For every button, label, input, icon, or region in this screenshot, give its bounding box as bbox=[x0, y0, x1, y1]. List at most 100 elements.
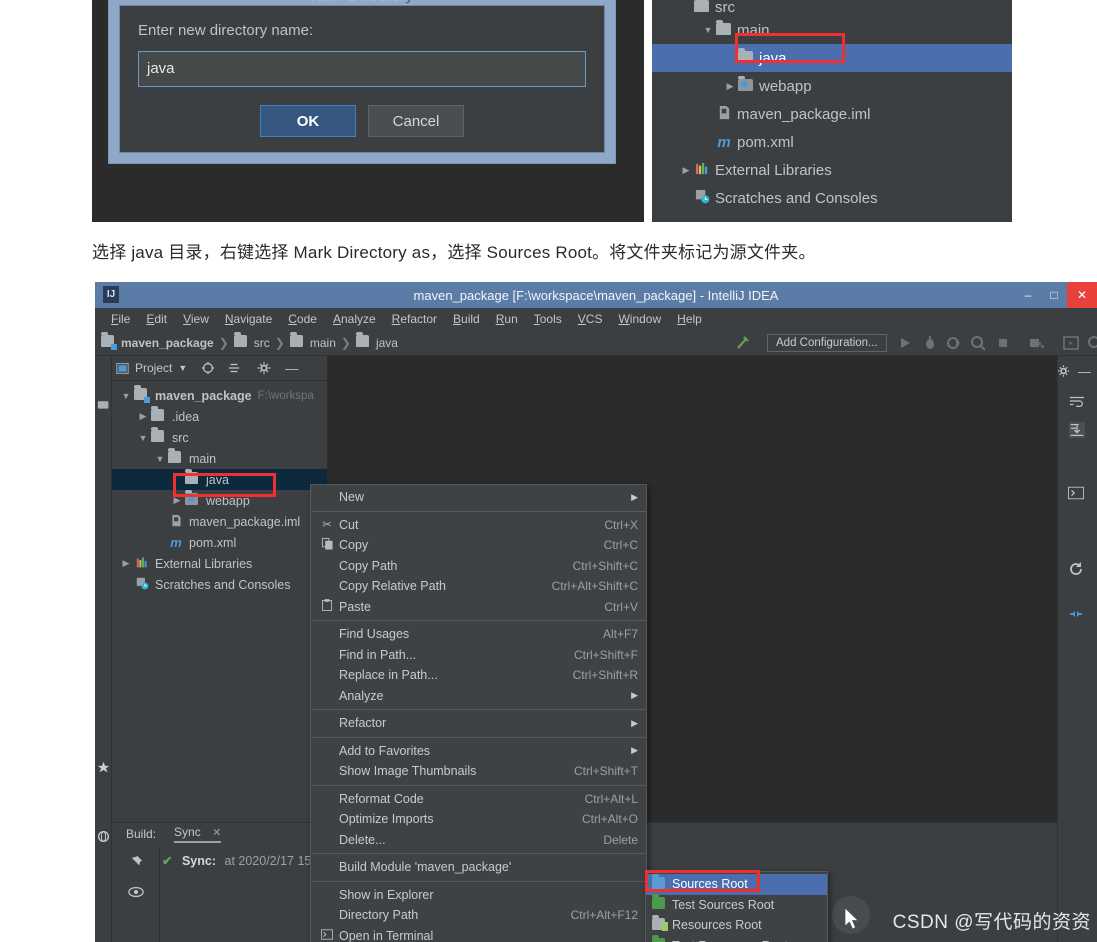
menu-item-test-resources-root[interactable]: Test Resources Root bbox=[646, 935, 827, 942]
hide-panel-icon[interactable]: — bbox=[1078, 364, 1091, 379]
chevron-right-icon[interactable]: ▶ bbox=[722, 81, 738, 92]
tree-node-main[interactable]: ▼ main bbox=[652, 16, 1012, 44]
menu-item-file[interactable]: File bbox=[103, 312, 138, 326]
breadcrumb-item-java[interactable]: java bbox=[376, 336, 398, 350]
run-icon[interactable] bbox=[897, 335, 913, 351]
menu-item-find-in-path[interactable]: Find in Path... Ctrl+Shift+F bbox=[311, 645, 646, 666]
pin-icon[interactable] bbox=[128, 855, 143, 870]
close-button[interactable]: ✕ bbox=[1067, 282, 1097, 308]
menu-item-sources-root[interactable]: Sources Root bbox=[646, 873, 827, 895]
project-node-main[interactable]: ▼ main bbox=[112, 448, 327, 469]
project-node-external-libraries[interactable]: ▶ External Libraries bbox=[112, 553, 327, 574]
menu-item-cut[interactable]: ✂ Cut Ctrl+X bbox=[311, 515, 646, 536]
menu-item-tools[interactable]: Tools bbox=[526, 312, 570, 326]
chevron-down-icon[interactable]: ▼ bbox=[152, 454, 168, 464]
cancel-button[interactable]: Cancel bbox=[368, 105, 464, 137]
run-coverage-icon[interactable] bbox=[946, 335, 962, 351]
breadcrumb-item-main[interactable]: main bbox=[310, 336, 336, 350]
project-node-java[interactable]: java bbox=[112, 469, 327, 490]
terminal-window-icon[interactable] bbox=[1063, 335, 1079, 351]
gear-icon[interactable] bbox=[257, 361, 271, 375]
menu-item-view[interactable]: View bbox=[175, 312, 217, 326]
stop-icon[interactable] bbox=[995, 335, 1011, 351]
menu-item-help[interactable]: Help bbox=[669, 312, 710, 326]
chevron-right-icon[interactable]: ▶ bbox=[135, 411, 151, 422]
gear-icon[interactable] bbox=[1057, 364, 1070, 378]
menu-item-run[interactable]: Run bbox=[488, 312, 526, 326]
menu-item-copy-path[interactable]: Copy Path Ctrl+Shift+C bbox=[311, 556, 646, 577]
menu-item-directory-path[interactable]: Directory Path Ctrl+Alt+F12 bbox=[311, 905, 646, 926]
collapse-all-icon[interactable] bbox=[227, 361, 241, 375]
menu-item-code[interactable]: Code bbox=[280, 312, 325, 326]
ok-button[interactable]: OK bbox=[260, 105, 356, 137]
project-node-maven-package[interactable]: ▼ maven_package F:\workspa bbox=[112, 385, 327, 406]
menu-item-add-to-favorites[interactable]: Add to Favorites ▶ bbox=[311, 741, 646, 762]
breadcrumb-item-maven-package[interactable]: maven_package bbox=[121, 336, 214, 350]
project-node--idea[interactable]: ▶ .idea bbox=[112, 406, 327, 427]
menu-item-test-sources-root[interactable]: Test Sources Root bbox=[646, 894, 827, 916]
menu-item-reformat-code[interactable]: Reformat Code Ctrl+Alt+L bbox=[311, 789, 646, 810]
menu-item-delete[interactable]: Delete... Delete bbox=[311, 830, 646, 851]
close-icon[interactable]: ✕ bbox=[212, 827, 221, 839]
menu-item-vcs[interactable]: VCS bbox=[570, 312, 611, 326]
context-menu[interactable]: New ▶ ✂ Cut Ctrl+X Copy Ctrl+C Copy Path Ctrl+Sh… bbox=[310, 484, 647, 942]
refresh-icon[interactable] bbox=[1068, 561, 1084, 577]
menu-item-analyze[interactable]: Analyze ▶ bbox=[311, 686, 646, 707]
menu-item-optimize-imports[interactable]: Optimize Imports Ctrl+Alt+O bbox=[311, 809, 646, 830]
wrap-text-icon[interactable] bbox=[1069, 394, 1085, 408]
menu-item-refactor[interactable]: Refactor bbox=[384, 312, 445, 326]
menu-item-copy[interactable]: Copy Ctrl+C bbox=[311, 535, 646, 556]
project-node-pom-xml[interactable]: m pom.xml bbox=[112, 532, 327, 553]
chevron-right-icon[interactable]: ▶ bbox=[678, 165, 694, 176]
menu-item-analyze[interactable]: Analyze bbox=[325, 312, 384, 326]
debug-icon[interactable] bbox=[922, 335, 938, 351]
menu-item-refactor[interactable]: Refactor ▶ bbox=[311, 713, 646, 734]
maximize-button[interactable]: □ bbox=[1041, 282, 1067, 308]
terminal-icon[interactable] bbox=[1068, 486, 1084, 500]
chevron-down-icon[interactable]: ▼ bbox=[135, 433, 151, 443]
minimize-button[interactable]: – bbox=[1015, 282, 1041, 308]
project-panel-title[interactable]: Project bbox=[135, 361, 172, 375]
chevron-down-icon[interactable]: ▼ bbox=[700, 25, 716, 35]
menu-item-window[interactable]: Window bbox=[610, 312, 669, 326]
project-node-scratches-and-consoles[interactable]: Scratches and Consoles bbox=[112, 574, 327, 595]
directory-name-input[interactable]: java bbox=[138, 51, 586, 87]
tree-node-pom-xml[interactable]: m pom.xml bbox=[652, 128, 1012, 156]
menu-item-resources-root[interactable]: Resources Root bbox=[646, 914, 827, 936]
chevron-right-icon[interactable]: ▶ bbox=[118, 558, 134, 569]
menu-item-find-usages[interactable]: Find Usages Alt+F7 bbox=[311, 624, 646, 645]
profile-icon[interactable] bbox=[970, 335, 986, 351]
tree-node-scratches-and-consoles[interactable]: Scratches and Consoles bbox=[652, 184, 1012, 212]
breadcrumb-item-src[interactable]: src bbox=[254, 336, 270, 350]
menu-item-copy-relative-path[interactable]: Copy Relative Path Ctrl+Alt+Shift+C bbox=[311, 576, 646, 597]
menu-item-show-image-thumbnails[interactable]: Show Image Thumbnails Ctrl+Shift+T bbox=[311, 761, 646, 782]
menu-item-show-in-explorer[interactable]: Show in Explorer bbox=[311, 885, 646, 906]
tree-node-java[interactable]: java bbox=[652, 44, 1012, 72]
scroll-to-end-icon[interactable] bbox=[1069, 422, 1085, 438]
menu-item-build-module-maven-package[interactable]: Build Module 'maven_package' bbox=[311, 857, 646, 878]
menu-item-open-in-terminal[interactable]: Open in Terminal bbox=[311, 926, 646, 942]
menu-item-build[interactable]: Build bbox=[445, 312, 488, 326]
add-configuration-button[interactable]: Add Configuration... bbox=[767, 334, 887, 352]
menu-item-paste[interactable]: Paste Ctrl+V bbox=[311, 597, 646, 618]
chevron-right-icon[interactable]: ▶ bbox=[169, 495, 185, 506]
mark-directory-as-submenu[interactable]: Sources Root Test Sources Root Resources R… bbox=[645, 871, 828, 942]
locate-target-icon[interactable] bbox=[201, 361, 215, 375]
project-node-maven-package-iml[interactable]: maven_package.iml bbox=[112, 511, 327, 532]
tree-node-src[interactable]: src bbox=[652, 0, 1012, 16]
tree-node-external-libraries[interactable]: ▶ External Libraries bbox=[652, 156, 1012, 184]
compare-icon[interactable] bbox=[1068, 606, 1084, 622]
menu-item-edit[interactable]: Edit bbox=[138, 312, 175, 326]
project-structure-icon[interactable] bbox=[1029, 335, 1045, 351]
tab-sync[interactable]: Sync ✕ bbox=[174, 825, 222, 843]
hide-panel-icon[interactable]: — bbox=[285, 361, 298, 376]
search-everywhere-icon[interactable] bbox=[1087, 335, 1097, 351]
tree-node-webapp[interactable]: ▶ webapp bbox=[652, 72, 1012, 100]
chevron-down-icon[interactable]: ▼ bbox=[118, 391, 134, 401]
eye-icon[interactable] bbox=[128, 885, 144, 899]
menu-item-new[interactable]: New ▶ bbox=[311, 487, 646, 508]
chevron-down-icon[interactable]: ▼ bbox=[178, 363, 187, 373]
project-node-webapp[interactable]: ▶ webapp bbox=[112, 490, 327, 511]
project-node-src[interactable]: ▼ src bbox=[112, 427, 327, 448]
menu-item-navigate[interactable]: Navigate bbox=[217, 312, 280, 326]
